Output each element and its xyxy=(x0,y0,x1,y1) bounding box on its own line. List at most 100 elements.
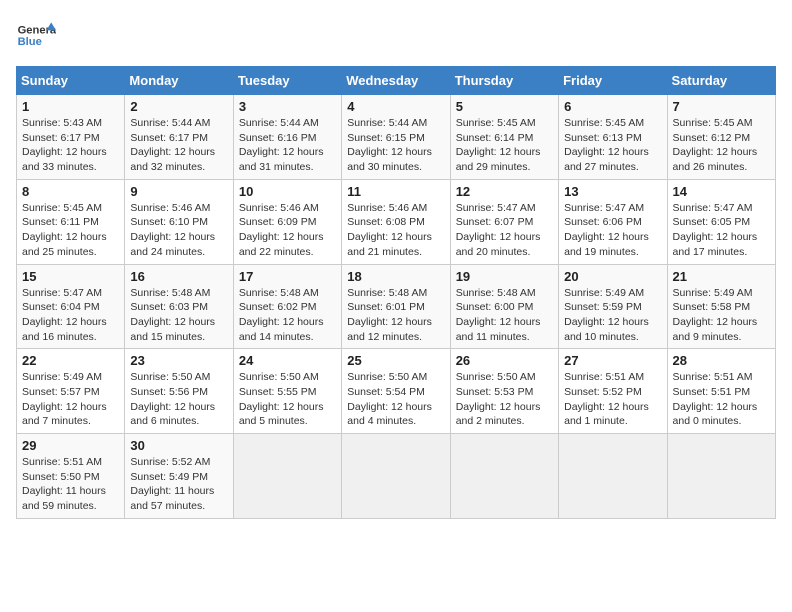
day-info: Sunrise: 5:51 AMSunset: 5:52 PMDaylight:… xyxy=(564,370,661,429)
day-number: 28 xyxy=(673,353,770,368)
calendar-header-row: SundayMondayTuesdayWednesdayThursdayFrid… xyxy=(17,67,776,95)
calendar-day-cell: 12 Sunrise: 5:47 AMSunset: 6:07 PMDayligh… xyxy=(450,179,558,264)
day-number: 20 xyxy=(564,269,661,284)
weekday-header: Wednesday xyxy=(342,67,450,95)
calendar-day-cell: 29 Sunrise: 5:51 AMSunset: 5:50 PMDayligh… xyxy=(17,434,125,519)
day-info: Sunrise: 5:48 AMSunset: 6:02 PMDaylight:… xyxy=(239,286,336,345)
day-info: Sunrise: 5:48 AMSunset: 6:00 PMDaylight:… xyxy=(456,286,553,345)
calendar-day-cell xyxy=(559,434,667,519)
day-info: Sunrise: 5:47 AMSunset: 6:06 PMDaylight:… xyxy=(564,201,661,260)
calendar-day-cell: 23 Sunrise: 5:50 AMSunset: 5:56 PMDayligh… xyxy=(125,349,233,434)
calendar-day-cell: 6 Sunrise: 5:45 AMSunset: 6:13 PMDaylight… xyxy=(559,95,667,180)
day-info: Sunrise: 5:46 AMSunset: 6:09 PMDaylight:… xyxy=(239,201,336,260)
logo-icon: General Blue xyxy=(16,16,56,56)
calendar-day-cell: 1Sunrise: 5:43 AMSunset: 6:17 PMDaylight… xyxy=(17,95,125,180)
calendar-day-cell xyxy=(667,434,775,519)
calendar-day-cell: 11 Sunrise: 5:46 AMSunset: 6:08 PMDayligh… xyxy=(342,179,450,264)
weekday-header: Friday xyxy=(559,67,667,95)
day-number: 6 xyxy=(564,99,661,114)
day-info: Sunrise: 5:50 AMSunset: 5:55 PMDaylight:… xyxy=(239,370,336,429)
day-info: Sunrise: 5:49 AMSunset: 5:58 PMDaylight:… xyxy=(673,286,770,345)
calendar-day-cell: 18 Sunrise: 5:48 AMSunset: 6:01 PMDayligh… xyxy=(342,264,450,349)
calendar-day-cell: 13 Sunrise: 5:47 AMSunset: 6:06 PMDayligh… xyxy=(559,179,667,264)
calendar-day-cell: 7 Sunrise: 5:45 AMSunset: 6:12 PMDaylight… xyxy=(667,95,775,180)
day-number: 11 xyxy=(347,184,444,199)
calendar-day-cell: 21 Sunrise: 5:49 AMSunset: 5:58 PMDayligh… xyxy=(667,264,775,349)
day-info: Sunrise: 5:51 AMSunset: 5:50 PMDaylight:… xyxy=(22,455,119,514)
day-number: 2 xyxy=(130,99,227,114)
weekday-header: Monday xyxy=(125,67,233,95)
calendar-day-cell: 25Sunrise: 5:50 AMSunset: 5:54 PMDayligh… xyxy=(342,349,450,434)
day-number: 23 xyxy=(130,353,227,368)
day-info: Sunrise: 5:44 AMSunset: 6:15 PMDaylight:… xyxy=(347,116,444,175)
day-info: Sunrise: 5:50 AMSunset: 5:53 PMDaylight:… xyxy=(456,370,553,429)
day-number: 24 xyxy=(239,353,336,368)
day-number: 5 xyxy=(456,99,553,114)
calendar-day-cell: 16Sunrise: 5:48 AMSunset: 6:03 PMDayligh… xyxy=(125,264,233,349)
calendar-day-cell: 10 Sunrise: 5:46 AMSunset: 6:09 PMDayligh… xyxy=(233,179,341,264)
calendar-day-cell: 9 Sunrise: 5:46 AMSunset: 6:10 PMDaylight… xyxy=(125,179,233,264)
day-info: Sunrise: 5:47 AMSunset: 6:04 PMDaylight:… xyxy=(22,286,119,345)
day-info: Sunrise: 5:50 AMSunset: 5:54 PMDaylight:… xyxy=(347,370,444,429)
svg-text:Blue: Blue xyxy=(18,36,42,48)
day-number: 14 xyxy=(673,184,770,199)
day-info: Sunrise: 5:45 AMSunset: 6:12 PMDaylight:… xyxy=(673,116,770,175)
weekday-header: Sunday xyxy=(17,67,125,95)
day-number: 27 xyxy=(564,353,661,368)
calendar-day-cell: 26Sunrise: 5:50 AMSunset: 5:53 PMDayligh… xyxy=(450,349,558,434)
weekday-header: Tuesday xyxy=(233,67,341,95)
day-number: 21 xyxy=(673,269,770,284)
calendar-week-row: 1Sunrise: 5:43 AMSunset: 6:17 PMDaylight… xyxy=(17,95,776,180)
day-number: 3 xyxy=(239,99,336,114)
calendar-day-cell: 20Sunrise: 5:49 AMSunset: 5:59 PMDayligh… xyxy=(559,264,667,349)
day-number: 9 xyxy=(130,184,227,199)
calendar-day-cell: 4Sunrise: 5:44 AMSunset: 6:15 PMDaylight… xyxy=(342,95,450,180)
day-number: 1 xyxy=(22,99,119,114)
day-info: Sunrise: 5:52 AMSunset: 5:49 PMDaylight:… xyxy=(130,455,227,514)
calendar-day-cell: 15 Sunrise: 5:47 AMSunset: 6:04 PMDayligh… xyxy=(17,264,125,349)
day-info: Sunrise: 5:48 AMSunset: 6:03 PMDaylight:… xyxy=(130,286,227,345)
calendar-day-cell xyxy=(342,434,450,519)
day-number: 30 xyxy=(130,438,227,453)
day-number: 10 xyxy=(239,184,336,199)
day-info: Sunrise: 5:47 AMSunset: 6:07 PMDaylight:… xyxy=(456,201,553,260)
day-number: 13 xyxy=(564,184,661,199)
calendar-day-cell xyxy=(450,434,558,519)
day-info: Sunrise: 5:45 AMSunset: 6:14 PMDaylight:… xyxy=(456,116,553,175)
day-info: Sunrise: 5:46 AMSunset: 6:08 PMDaylight:… xyxy=(347,201,444,260)
day-number: 19 xyxy=(456,269,553,284)
day-number: 29 xyxy=(22,438,119,453)
day-info: Sunrise: 5:51 AMSunset: 5:51 PMDaylight:… xyxy=(673,370,770,429)
day-info: Sunrise: 5:47 AMSunset: 6:05 PMDaylight:… xyxy=(673,201,770,260)
calendar-week-row: 8 Sunrise: 5:45 AMSunset: 6:11 PMDaylight… xyxy=(17,179,776,264)
calendar-week-row: 15 Sunrise: 5:47 AMSunset: 6:04 PMDayligh… xyxy=(17,264,776,349)
day-number: 18 xyxy=(347,269,444,284)
calendar-day-cell: 19 Sunrise: 5:48 AMSunset: 6:00 PMDayligh… xyxy=(450,264,558,349)
calendar-table: SundayMondayTuesdayWednesdayThursdayFrid… xyxy=(16,66,776,519)
calendar-day-cell: 8 Sunrise: 5:45 AMSunset: 6:11 PMDaylight… xyxy=(17,179,125,264)
day-info: Sunrise: 5:49 AMSunset: 5:57 PMDaylight:… xyxy=(22,370,119,429)
calendar-day-cell: 22Sunrise: 5:49 AMSunset: 5:57 PMDayligh… xyxy=(17,349,125,434)
calendar-day-cell: 5 Sunrise: 5:45 AMSunset: 6:14 PMDaylight… xyxy=(450,95,558,180)
calendar-day-cell: 24 Sunrise: 5:50 AMSunset: 5:55 PMDayligh… xyxy=(233,349,341,434)
day-info: Sunrise: 5:44 AMSunset: 6:17 PMDaylight:… xyxy=(130,116,227,175)
calendar-day-cell: 30 Sunrise: 5:52 AMSunset: 5:49 PMDayligh… xyxy=(125,434,233,519)
day-info: Sunrise: 5:48 AMSunset: 6:01 PMDaylight:… xyxy=(347,286,444,345)
day-number: 12 xyxy=(456,184,553,199)
day-info: Sunrise: 5:45 AMSunset: 6:13 PMDaylight:… xyxy=(564,116,661,175)
calendar-day-cell: 27 Sunrise: 5:51 AMSunset: 5:52 PMDayligh… xyxy=(559,349,667,434)
day-number: 17 xyxy=(239,269,336,284)
day-info: Sunrise: 5:45 AMSunset: 6:11 PMDaylight:… xyxy=(22,201,119,260)
day-number: 8 xyxy=(22,184,119,199)
calendar-day-cell: 17 Sunrise: 5:48 AMSunset: 6:02 PMDayligh… xyxy=(233,264,341,349)
day-info: Sunrise: 5:46 AMSunset: 6:10 PMDaylight:… xyxy=(130,201,227,260)
calendar-day-cell: 14 Sunrise: 5:47 AMSunset: 6:05 PMDayligh… xyxy=(667,179,775,264)
page-header: General Blue xyxy=(16,16,776,56)
day-info: Sunrise: 5:50 AMSunset: 5:56 PMDaylight:… xyxy=(130,370,227,429)
day-number: 15 xyxy=(22,269,119,284)
calendar-day-cell xyxy=(233,434,341,519)
day-number: 7 xyxy=(673,99,770,114)
calendar-week-row: 29 Sunrise: 5:51 AMSunset: 5:50 PMDayligh… xyxy=(17,434,776,519)
calendar-week-row: 22Sunrise: 5:49 AMSunset: 5:57 PMDayligh… xyxy=(17,349,776,434)
weekday-header: Saturday xyxy=(667,67,775,95)
